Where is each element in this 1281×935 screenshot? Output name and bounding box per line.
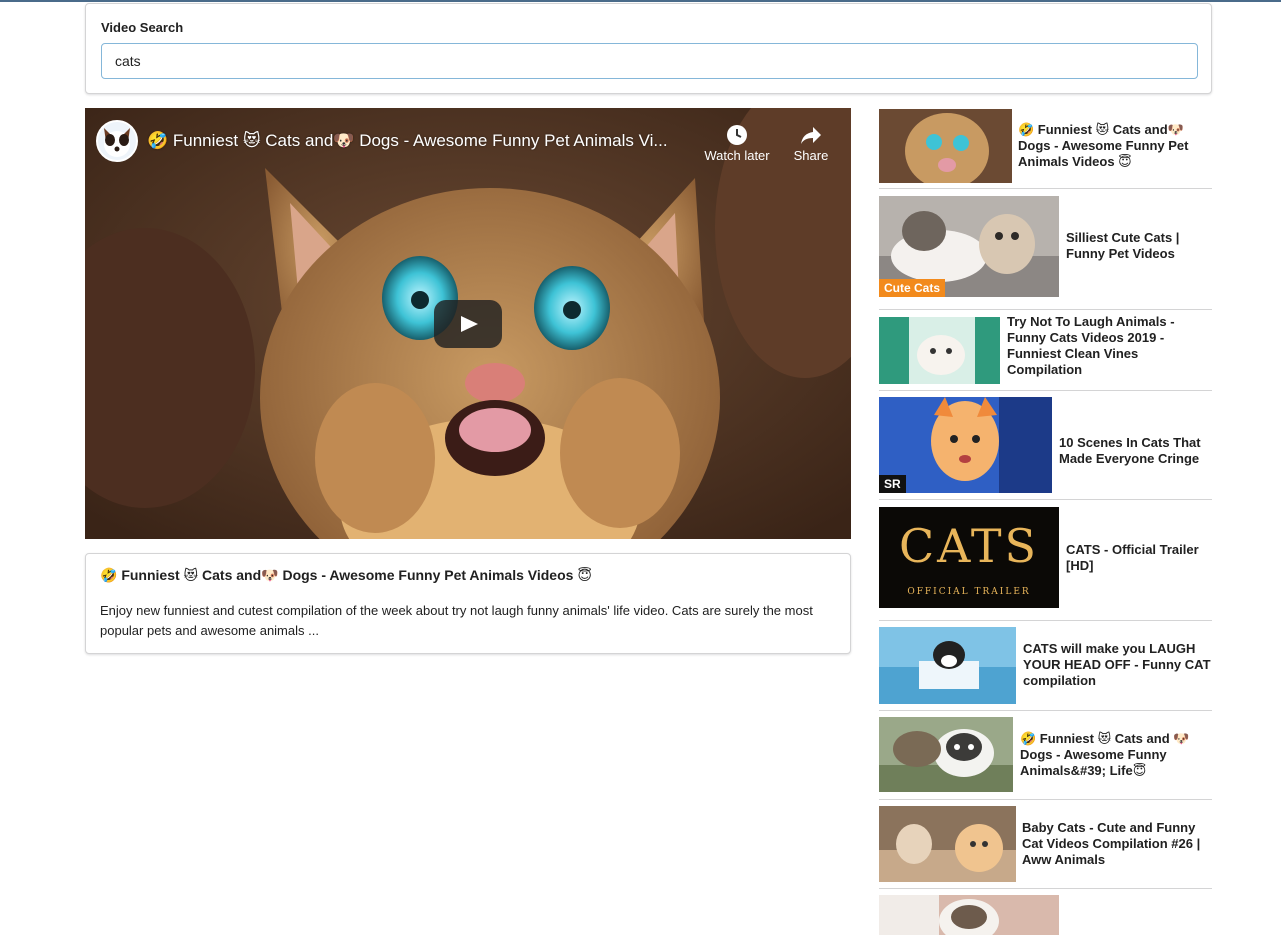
video-thumbnail[interactable] bbox=[879, 806, 1016, 882]
video-thumbnail[interactable] bbox=[879, 317, 1000, 384]
video-list-item[interactable]: 🤣 Funniest 😻 Cats and🐶 Dogs - Awesome Fu… bbox=[879, 108, 1212, 189]
share-label: Share bbox=[793, 148, 829, 163]
video-list-item[interactable]: CATS OFFICIAL TRAILER CATS - Official Tr… bbox=[879, 507, 1212, 621]
video-list-title[interactable]: 10 Scenes In Cats That Made Everyone Cri… bbox=[1059, 435, 1214, 467]
watch-later-label: Watch later bbox=[704, 148, 770, 163]
video-player[interactable]: 🤣 Funniest 😻 Cats and🐶 Dogs - Awesome Fu… bbox=[85, 108, 851, 539]
video-details: 🤣 Funniest 😻 Cats and🐶 Dogs - Awesome Fu… bbox=[85, 553, 851, 654]
watch-later-button[interactable]: Watch later bbox=[697, 120, 777, 163]
video-thumbnail[interactable]: CATS OFFICIAL TRAILER bbox=[879, 507, 1059, 608]
video-list-title[interactable]: Baby Cats - Cute and Funny Cat Videos Co… bbox=[1022, 820, 1214, 868]
clock-icon bbox=[697, 120, 777, 148]
thumbnail-text: CATS bbox=[898, 519, 1040, 573]
video-list-item[interactable]: SR 10 Scenes In Cats That Made Everyone … bbox=[879, 397, 1212, 500]
share-arrow-icon bbox=[771, 120, 851, 148]
top-border bbox=[0, 0, 1281, 2]
video-list-item[interactable]: Cute Cats Silliest Cute Cats | Funny Pet… bbox=[879, 196, 1212, 310]
video-list-item[interactable]: Try Not To Laugh Animals - Funny Cats Vi… bbox=[879, 310, 1212, 391]
video-list-title[interactable]: Try Not To Laugh Animals - Funny Cats Vi… bbox=[1007, 314, 1197, 378]
video-thumbnail[interactable] bbox=[879, 627, 1016, 704]
share-button[interactable]: Share bbox=[771, 120, 851, 163]
player-video-title[interactable]: 🤣 Funniest 😻 Cats and🐶 Dogs - Awesome Fu… bbox=[147, 131, 697, 151]
search-label: Video Search bbox=[101, 20, 184, 35]
video-thumbnail[interactable]: Cute Cats bbox=[879, 196, 1059, 297]
video-list: 🤣 Funniest 😻 Cats and🐶 Dogs - Awesome Fu… bbox=[879, 108, 1212, 935]
search-segment: Video Search bbox=[85, 3, 1212, 94]
video-list-title[interactable]: CATS will make you LAUGH YOUR HEAD OFF -… bbox=[1023, 641, 1215, 689]
dog-avatar-icon bbox=[104, 128, 130, 157]
channel-avatar[interactable] bbox=[96, 120, 138, 162]
video-list-title[interactable]: 🤣 Funniest 😻 Cats and🐶 Dogs - Awesome Fu… bbox=[1018, 122, 1208, 170]
video-list-item[interactable]: Baby Cats - Cute and Funny Cat Videos Co… bbox=[879, 806, 1212, 889]
video-list-title[interactable]: 🤣 Funniest 😻 Cats and 🐶 Dogs - Awesome F… bbox=[1020, 731, 1212, 779]
video-list-item[interactable]: CATS will make you LAUGH YOUR HEAD OFF -… bbox=[879, 627, 1212, 711]
video-thumbnail[interactable] bbox=[879, 895, 1059, 935]
thumbnail-badge: SR bbox=[879, 475, 906, 493]
video-detail-title: 🤣 Funniest 😻 Cats and🐶 Dogs - Awesome Fu… bbox=[100, 567, 592, 583]
video-description: Enjoy new funniest and cutest compilatio… bbox=[100, 603, 813, 638]
thumbnail-subtext: OFFICIAL TRAILER bbox=[907, 587, 1031, 597]
video-list-item[interactable] bbox=[879, 895, 1212, 935]
video-thumbnail[interactable] bbox=[879, 109, 1012, 183]
video-list-title[interactable]: CATS - Official Trailer [HD] bbox=[1066, 542, 1211, 574]
search-input[interactable] bbox=[101, 43, 1198, 79]
video-thumbnail[interactable]: SR bbox=[879, 397, 1052, 493]
thumbnail-badge: Cute Cats bbox=[879, 279, 946, 297]
video-list-item[interactable]: 🤣 Funniest 😻 Cats and 🐶 Dogs - Awesome F… bbox=[879, 717, 1212, 800]
play-button[interactable] bbox=[434, 300, 502, 348]
video-list-title[interactable]: Silliest Cute Cats | Funny Pet Videos bbox=[1066, 230, 1211, 262]
video-thumbnail[interactable] bbox=[879, 717, 1013, 792]
